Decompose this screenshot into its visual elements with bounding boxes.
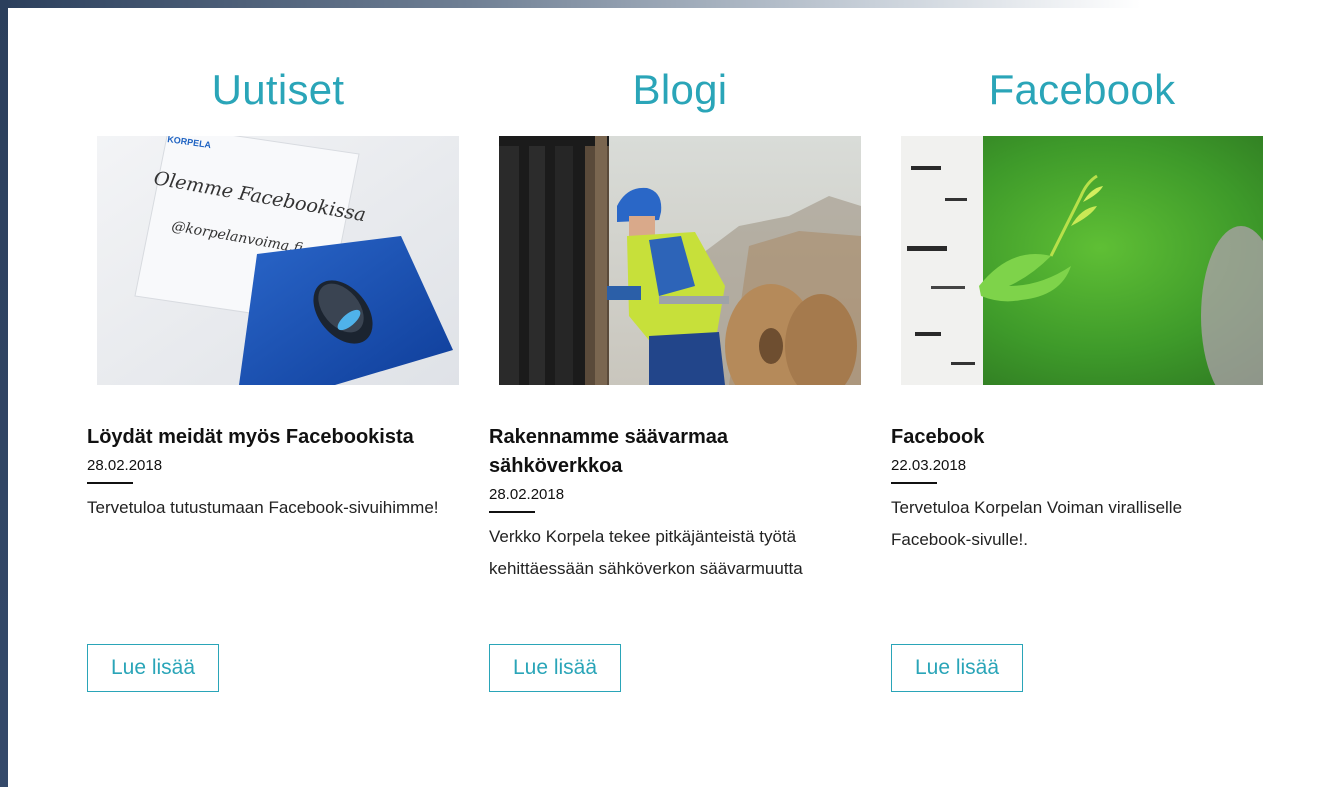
news-post: Löydät meidät myös Facebookista 28.02.20… bbox=[87, 423, 457, 524]
facebook-card-photo: KORPELA Olemme Facebookissa @korpelanvoi… bbox=[97, 136, 459, 385]
post-excerpt: Verkko Korpela tekee pitkäjänteistä työt… bbox=[489, 527, 803, 578]
facebook-post: Facebook 22.03.2018 Tervetuloa Korpelan … bbox=[891, 423, 1261, 556]
blog-image[interactable] bbox=[499, 136, 861, 385]
post-title[interactable]: Rakennamme säävarmaa sähköverkkoa bbox=[489, 423, 859, 481]
top-frame-strip bbox=[0, 0, 1342, 8]
birch-sprout-photo bbox=[901, 136, 1263, 385]
read-more-button[interactable]: Lue lisää bbox=[87, 644, 219, 692]
left-frame-strip bbox=[0, 0, 8, 787]
facebook-column: Facebook Facebook 22.03.2018 Tervetuloa … bbox=[891, 60, 1263, 692]
news-image[interactable]: KORPELA Olemme Facebookissa @korpelanvoi… bbox=[97, 136, 459, 385]
read-more-button[interactable]: Lue lisää bbox=[489, 644, 621, 692]
post-excerpt: Tervetuloa Korpelan Voiman viralliselle … bbox=[891, 498, 1183, 549]
blog-column: Blogi Rakennamme säävarmaa sähköverkkoa … bbox=[489, 60, 861, 692]
section-title-blog: Blogi bbox=[632, 66, 728, 113]
post-divider bbox=[891, 482, 937, 484]
post-excerpt: Tervetuloa tutustumaan Facebook-sivuihim… bbox=[87, 498, 439, 517]
news-column: Uutiset KORPELA Olemme Facebookissa @kor… bbox=[87, 60, 459, 692]
read-more-button[interactable]: Lue lisää bbox=[891, 644, 1023, 692]
post-divider bbox=[489, 511, 535, 513]
post-date: 28.02.2018 bbox=[489, 486, 565, 503]
worker-cable-photo bbox=[499, 136, 861, 385]
post-title[interactable]: Löydät meidät myös Facebookista bbox=[87, 423, 457, 452]
section-title-news: Uutiset bbox=[211, 66, 345, 113]
blog-post: Rakennamme säävarmaa sähköverkkoa 28.02.… bbox=[489, 423, 859, 585]
post-date: 22.03.2018 bbox=[891, 457, 967, 474]
post-title[interactable]: Facebook bbox=[891, 423, 1261, 452]
post-divider bbox=[87, 482, 133, 484]
section-title-facebook: Facebook bbox=[988, 66, 1176, 113]
post-date: 28.02.2018 bbox=[87, 457, 163, 474]
facebook-image[interactable] bbox=[901, 136, 1263, 385]
